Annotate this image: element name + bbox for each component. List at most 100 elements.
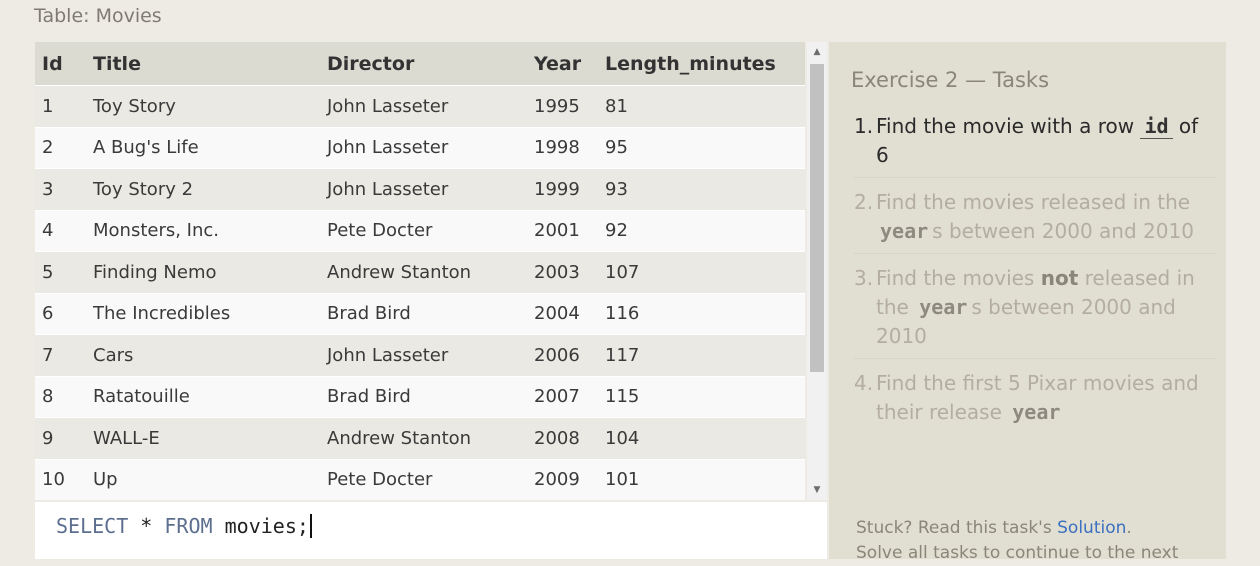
task-emphasis: not — [1040, 266, 1079, 290]
cell-title: Toy Story 2 — [86, 168, 320, 210]
cell-title: WALL-E — [86, 417, 320, 459]
cell-director: Pete Docter — [320, 209, 527, 252]
cell-year: 2001 — [527, 209, 598, 252]
table-row: 4 Monsters, Inc. Pete Docter 2001 92 — [35, 209, 805, 252]
sql-star: * — [140, 514, 153, 538]
cell-director: John Lasseter — [320, 168, 527, 210]
sql-keyword-select: SELECT — [56, 514, 129, 538]
cell-director: John Lasseter — [320, 85, 527, 127]
cell-director: Brad Bird — [320, 292, 527, 335]
cell-id: 9 — [35, 417, 86, 459]
table-row: 9 WALL-E Andrew Stanton 2008 104 — [35, 417, 805, 459]
cell-length: 81 — [598, 85, 805, 127]
cell-id: 3 — [35, 168, 86, 210]
cell-length: 101 — [598, 458, 805, 500]
task-text: Find the movies not released in the year… — [876, 264, 1216, 351]
cell-id: 7 — [35, 334, 86, 376]
cell-length: 117 — [598, 334, 805, 376]
task-text: Find the movie with a row id of 6 — [876, 112, 1216, 170]
column-header-id: Id — [35, 42, 86, 86]
scroll-up-arrow-icon[interactable]: ▲ — [807, 44, 827, 60]
task-item-1: 1. Find the movie with a row id of 6 — [854, 112, 1216, 178]
cell-year: 2004 — [527, 292, 598, 335]
tasks-title: Exercise 2 — Tasks — [851, 68, 1050, 92]
cell-title: Up — [86, 458, 320, 500]
cell-title: Toy Story — [86, 85, 320, 127]
scrollbar-thumb[interactable] — [810, 64, 824, 372]
table-row: 1 Toy Story John Lasseter 1995 81 — [35, 85, 805, 127]
task-text-part: Find the movies — [876, 266, 1041, 290]
results-table: Id Title Director Year Length_minutes 1 … — [35, 42, 805, 500]
cell-id: 10 — [35, 458, 86, 500]
cell-year: 1999 — [527, 168, 598, 210]
task-number: 4. — [854, 371, 874, 395]
task-item-3: 3. Find the movies not released in the y… — [854, 264, 1216, 359]
cell-director: John Lasseter — [320, 126, 527, 169]
stuck-text: Stuck? Read this task's — [856, 518, 1058, 538]
cell-title: A Bug's Life — [86, 126, 320, 169]
table-row: 2 A Bug's Life John Lasseter 1998 95 — [35, 126, 805, 169]
task-text: Find the movies released in the year s be… — [876, 188, 1216, 246]
cell-director: Andrew Stanton — [320, 417, 527, 459]
task-code: year — [880, 219, 929, 243]
cell-year: 2008 — [527, 417, 598, 459]
task-code: id — [1140, 114, 1173, 139]
cell-title: Cars — [86, 334, 320, 376]
cell-id: 6 — [35, 292, 86, 335]
table-row: 3 Toy Story 2 John Lasseter 1999 93 — [35, 168, 805, 210]
sql-query-text[interactable]: SELECT * FROM movies; — [56, 514, 312, 538]
task-text: Find the first 5 Pixar movies and their … — [876, 369, 1216, 427]
cell-length: 107 — [598, 251, 805, 293]
task-number: 1. — [854, 114, 874, 138]
table-scrollbar[interactable]: ▲ ▼ — [807, 42, 827, 500]
table-row: 10 Up Pete Docter 2009 101 — [35, 458, 805, 500]
text-caret — [309, 514, 312, 538]
cell-director: Pete Docter — [320, 458, 527, 500]
column-header-director: Director — [320, 42, 527, 86]
task-text-part: Find the movie with a row — [876, 114, 1141, 138]
cell-length: 93 — [598, 168, 805, 210]
column-header-title: Title — [86, 42, 320, 86]
sql-table-name: movies; — [224, 514, 309, 538]
tasks-panel: Exercise 2 — Tasks 1. Find the movie wit… — [829, 42, 1226, 563]
cell-length: 92 — [598, 209, 805, 252]
cell-year: 2007 — [527, 375, 598, 418]
cell-title: Finding Nemo — [86, 251, 320, 293]
table-row: 8 Ratatouille Brad Bird 2007 115 — [35, 375, 805, 418]
cell-year: 2006 — [527, 334, 598, 376]
table-header-row: Id Title Director Year Length_minutes — [35, 42, 805, 86]
task-list: 1. Find the movie with a row id of 6 2. … — [854, 112, 1216, 444]
sql-query-editor[interactable]: SELECT * FROM movies; — [35, 502, 827, 559]
column-header-year: Year — [527, 42, 598, 86]
cell-year: 1998 — [527, 126, 598, 169]
task-code: year — [1012, 400, 1061, 424]
cell-title: The Incredibles — [86, 292, 320, 335]
cell-id: 8 — [35, 375, 86, 418]
cell-id: 1 — [35, 85, 86, 127]
cell-title: Monsters, Inc. — [86, 209, 320, 252]
sql-keyword-from: FROM — [164, 514, 213, 538]
task-code: year — [919, 295, 968, 319]
continue-text: Solve all tasks to continue to the next — [856, 543, 1179, 563]
stuck-period: . — [1126, 518, 1132, 538]
cell-year: 1995 — [527, 85, 598, 127]
cell-length: 115 — [598, 375, 805, 418]
column-header-length: Length_minutes — [598, 42, 805, 86]
cell-length: 95 — [598, 126, 805, 169]
scroll-down-arrow-icon[interactable]: ▼ — [807, 482, 827, 498]
cell-id: 4 — [35, 209, 86, 252]
cell-director: Andrew Stanton — [320, 251, 527, 293]
cell-year: 2009 — [527, 458, 598, 500]
task-text-part: s between 2000 and 2010 — [932, 219, 1194, 243]
cell-id: 5 — [35, 251, 86, 293]
table-caption: Table: Movies — [34, 5, 162, 27]
table-row: 5 Finding Nemo Andrew Stanton 2003 107 — [35, 251, 805, 293]
task-number: 2. — [854, 190, 874, 214]
task-item-2: 2. Find the movies released in the year s… — [854, 188, 1216, 254]
cell-director: John Lasseter — [320, 334, 527, 376]
cell-title: Ratatouille — [86, 375, 320, 418]
task-text-part: Find the movies released in the — [876, 190, 1191, 214]
solution-link[interactable]: Solution — [1057, 518, 1126, 538]
cell-length: 116 — [598, 292, 805, 335]
cell-length: 104 — [598, 417, 805, 459]
